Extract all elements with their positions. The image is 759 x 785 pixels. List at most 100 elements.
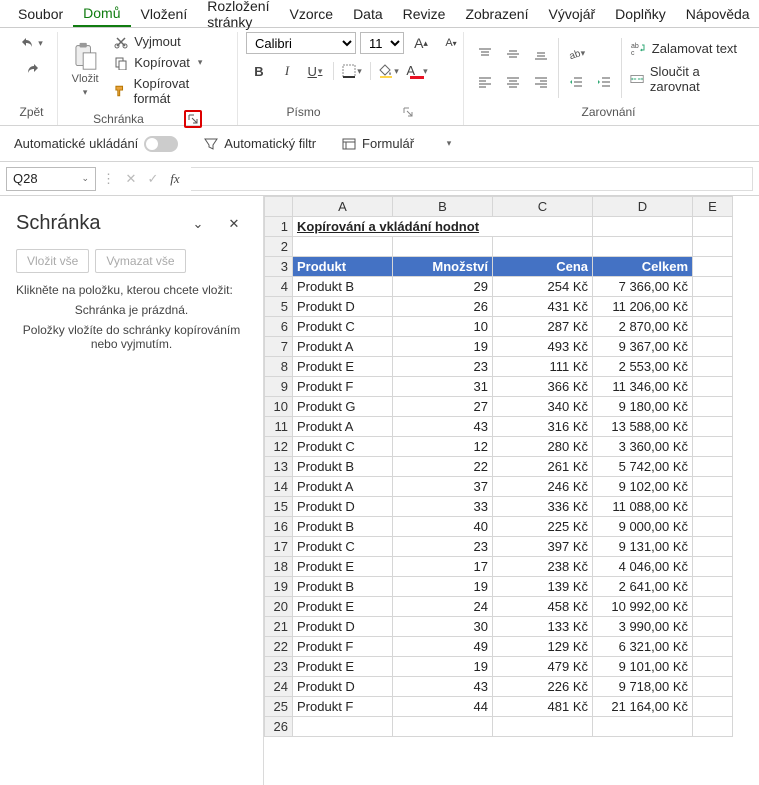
cell[interactable] — [693, 697, 733, 717]
cell[interactable]: 29 — [393, 277, 493, 297]
cell[interactable]: Produkt B — [293, 517, 393, 537]
col-header-A[interactable]: A — [293, 197, 393, 217]
cell[interactable]: 246 Kč — [493, 477, 593, 497]
row-header[interactable]: 1 — [265, 217, 293, 237]
cell[interactable]: 31 — [393, 377, 493, 397]
cell[interactable] — [693, 537, 733, 557]
menu-nápověda[interactable]: Nápověda — [676, 2, 759, 26]
cell[interactable]: 9 718,00 Kč — [593, 677, 693, 697]
cell[interactable]: 27 — [393, 397, 493, 417]
cell[interactable]: 17 — [393, 557, 493, 577]
cell[interactable]: Cena — [493, 257, 593, 277]
cell[interactable]: 2 870,00 Kč — [593, 317, 693, 337]
cell[interactable]: Produkt D — [293, 297, 393, 317]
row-header[interactable]: 22 — [265, 637, 293, 657]
cell[interactable] — [693, 237, 733, 257]
spreadsheet[interactable]: ABCDE1Kopírování a vkládání hodnot23Prod… — [264, 196, 759, 785]
cell[interactable]: Produkt E — [293, 557, 393, 577]
cell[interactable]: 30 — [393, 617, 493, 637]
align-bottom-button[interactable] — [528, 43, 554, 65]
cell[interactable] — [693, 617, 733, 637]
menu-revize[interactable]: Revize — [393, 2, 456, 26]
cell[interactable] — [693, 257, 733, 277]
cell[interactable]: Produkt A — [293, 337, 393, 357]
cell[interactable]: Produkt F — [293, 637, 393, 657]
menu-doplňky[interactable]: Doplňky — [605, 2, 676, 26]
cell[interactable]: 33 — [393, 497, 493, 517]
cell[interactable] — [693, 397, 733, 417]
row-header[interactable]: 16 — [265, 517, 293, 537]
cell[interactable]: 280 Kč — [493, 437, 593, 457]
menu-vložení[interactable]: Vložení — [131, 2, 198, 26]
fill-color-button[interactable]: ▾ — [376, 60, 402, 82]
toolbar-overflow-button[interactable]: ▾ — [436, 133, 462, 155]
menu-domů[interactable]: Domů — [73, 1, 130, 27]
cell[interactable]: Produkt E — [293, 657, 393, 677]
cell[interactable] — [593, 717, 693, 737]
cell[interactable]: 316 Kč — [493, 417, 593, 437]
cell[interactable]: 9 180,00 Kč — [593, 397, 693, 417]
cell[interactable]: 49 — [393, 637, 493, 657]
align-top-button[interactable] — [472, 43, 498, 65]
cell[interactable]: 40 — [393, 517, 493, 537]
increase-indent-button[interactable] — [591, 71, 617, 93]
cut-button[interactable]: Vyjmout — [110, 32, 229, 51]
font-size-combo[interactable]: 11 — [360, 32, 404, 54]
row-header[interactable]: 11 — [265, 417, 293, 437]
col-header-C[interactable]: C — [493, 197, 593, 217]
cell[interactable]: 2 553,00 Kč — [593, 357, 693, 377]
form-button[interactable]: Formulář — [338, 134, 418, 153]
cell[interactable]: 23 — [393, 537, 493, 557]
autofilter-button[interactable]: Automatický filtr — [200, 134, 320, 153]
cell[interactable] — [693, 497, 733, 517]
align-right-button[interactable] — [528, 71, 554, 93]
cell[interactable]: 431 Kč — [493, 297, 593, 317]
cell[interactable]: Produkt C — [293, 317, 393, 337]
cell[interactable]: Produkt F — [293, 377, 393, 397]
row-header[interactable]: 25 — [265, 697, 293, 717]
undo-button[interactable]: ▾ — [19, 32, 45, 54]
cell[interactable]: 10 — [393, 317, 493, 337]
cell[interactable]: 9 102,00 Kč — [593, 477, 693, 497]
row-header[interactable]: 15 — [265, 497, 293, 517]
cell[interactable]: 9 000,00 Kč — [593, 517, 693, 537]
cell[interactable]: 111 Kč — [493, 357, 593, 377]
row-header[interactable]: 8 — [265, 357, 293, 377]
cell[interactable]: 5 742,00 Kč — [593, 457, 693, 477]
decrease-indent-button[interactable] — [563, 71, 589, 93]
menu-rozložení stránky[interactable]: Rozložení stránky — [197, 0, 279, 34]
font-color-button[interactable]: A▾ — [404, 60, 430, 82]
cell[interactable]: 238 Kč — [493, 557, 593, 577]
cell[interactable]: 287 Kč — [493, 317, 593, 337]
cell[interactable] — [693, 557, 733, 577]
cell[interactable]: Produkt C — [293, 537, 393, 557]
cell[interactable]: 3 990,00 Kč — [593, 617, 693, 637]
decrease-font-button[interactable]: A▾ — [438, 32, 464, 54]
insert-function-button[interactable]: fx — [165, 169, 185, 189]
cell[interactable]: 2 641,00 Kč — [593, 577, 693, 597]
select-all-corner[interactable] — [265, 197, 293, 217]
redo-button[interactable] — [19, 58, 45, 80]
increase-font-button[interactable]: A▴ — [408, 32, 434, 54]
cell[interactable]: Produkt D — [293, 617, 393, 637]
cell[interactable] — [393, 237, 493, 257]
cell[interactable]: 22 — [393, 457, 493, 477]
cell[interactable]: Produkt B — [293, 277, 393, 297]
cell[interactable] — [693, 437, 733, 457]
autosave-toggle[interactable]: Automatické ukládání — [10, 134, 182, 154]
clipboard-dialog-launcher[interactable] — [184, 110, 202, 128]
row-header[interactable]: 12 — [265, 437, 293, 457]
cancel-formula-button[interactable]: ✕ — [121, 169, 141, 189]
borders-button[interactable]: ▾ — [339, 60, 365, 82]
cell[interactable]: 19 — [393, 657, 493, 677]
cell[interactable] — [493, 237, 593, 257]
cell[interactable]: 9 367,00 Kč — [593, 337, 693, 357]
cell[interactable]: 43 — [393, 677, 493, 697]
cell[interactable]: 37 — [393, 477, 493, 497]
cell[interactable]: 226 Kč — [493, 677, 593, 697]
row-header[interactable]: 3 — [265, 257, 293, 277]
menu-soubor[interactable]: Soubor — [8, 2, 73, 26]
cell[interactable]: Produkt D — [293, 677, 393, 697]
cell[interactable]: 43 — [393, 417, 493, 437]
row-header[interactable]: 24 — [265, 677, 293, 697]
